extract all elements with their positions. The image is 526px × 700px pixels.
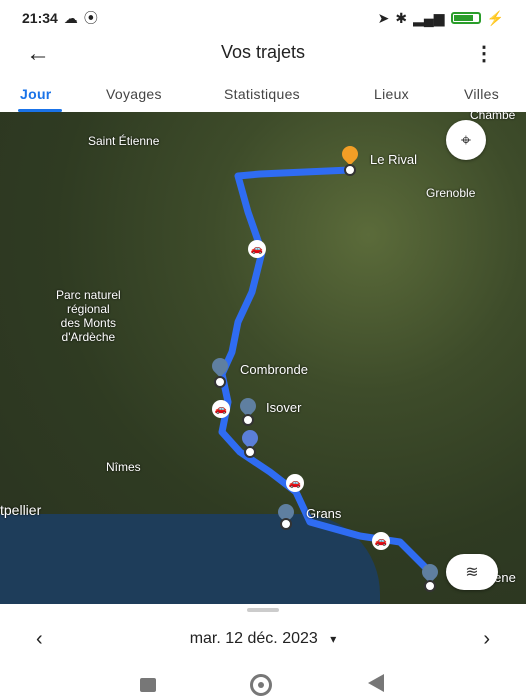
app-bar: ← Vos trajets ⋮ — [0, 36, 526, 72]
page-title: Vos trajets — [220, 42, 306, 62]
tab-statistiques[interactable]: Statistiques — [224, 86, 300, 102]
status-bar: 21:34 ☁ ⦿ ➤ ✱ ▂▄▆ ⚡ — [0, 0, 526, 36]
map-label-grenoble: Grenoble — [426, 186, 476, 200]
current-date: mar. 12 déc. 2023 — [189, 630, 318, 647]
sync-icon: ⦿ — [83, 10, 98, 26]
car-icon: 🚗 — [372, 532, 390, 550]
map-label-nimes: Nîmes — [106, 460, 141, 474]
car-icon: 🚗 — [286, 474, 304, 492]
stop-dot — [344, 164, 356, 176]
signal-icon: ▂▄▆ — [413, 9, 445, 26]
date-sheet: ‹ mar. 12 déc. 2023 ▾ › — [0, 604, 526, 700]
recent-apps-icon[interactable] — [140, 678, 156, 692]
place-label-isover[interactable]: Isover — [266, 400, 301, 415]
map-view[interactable]: Saint Étienne Chambé Grenoble Parc natur… — [0, 112, 526, 604]
tab-voyages[interactable]: Voyages — [106, 86, 162, 102]
tab-lieux[interactable]: Lieux — [374, 86, 409, 102]
place-label-le-rival[interactable]: Le Rival — [370, 152, 417, 167]
stop-dot — [214, 376, 226, 388]
home-dot — [258, 682, 264, 688]
caret-down-icon: ▾ — [330, 632, 337, 646]
system-nav-bar — [0, 670, 526, 700]
more-vertical-icon[interactable]: ⋮ — [474, 41, 494, 66]
map-label-saint-etienne: Saint Étienne — [88, 134, 160, 148]
status-time: 21:34 — [22, 10, 58, 26]
tab-bar: Jour Voyages Statistiques Lieux Villes — [0, 76, 526, 112]
stop-dot — [280, 518, 292, 530]
date-selector: ‹ mar. 12 déc. 2023 ▾ › — [0, 624, 526, 656]
place-label-grans[interactable]: Grans — [306, 506, 341, 521]
date-picker[interactable]: mar. 12 déc. 2023 ▾ — [0, 630, 526, 648]
map-label-parc: Parc naturel régional des Monts d'Ardèch… — [56, 288, 121, 344]
tab-jour[interactable]: Jour — [20, 86, 52, 102]
stop-dot — [424, 580, 436, 592]
place-label-combronde[interactable]: Combronde — [240, 362, 308, 377]
location-arrow-icon: ➤ — [377, 9, 390, 26]
sheet-handle[interactable] — [247, 608, 279, 612]
layers-off-icon[interactable]: ≋ — [446, 554, 498, 590]
bluetooth-icon: ✱ — [395, 9, 408, 26]
charging-icon: ⚡ — [486, 9, 504, 26]
stop-dot — [244, 446, 256, 458]
back-triangle-icon[interactable] — [368, 674, 384, 692]
car-icon: 🚗 — [248, 240, 266, 258]
cloud-icon: ☁ — [63, 9, 78, 26]
location-pin-icon[interactable]: ⌖ — [446, 120, 486, 160]
stop-dot — [242, 414, 254, 426]
map-label-montpellier: tpellier — [0, 502, 42, 518]
tab-villes[interactable]: Villes — [464, 86, 499, 102]
car-icon: 🚗 — [212, 400, 230, 418]
map-label-chambery: Chambé — [470, 112, 516, 122]
chevron-right-icon[interactable]: › — [483, 628, 490, 651]
battery-icon — [450, 12, 481, 24]
